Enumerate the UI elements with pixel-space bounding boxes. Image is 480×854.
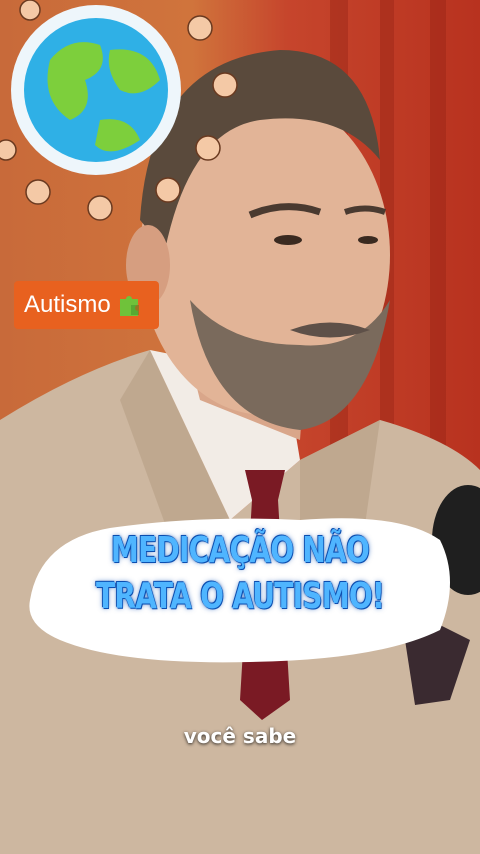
puzzle-icon — [119, 296, 139, 316]
headline-line-2: TRATA O AUTISMO! — [95, 576, 385, 617]
subtitle-caption: você sabe — [183, 724, 297, 748]
headline-text: MEDICAÇÃO NÃO TRATA O AUTISMO! — [84, 528, 396, 620]
badge-label: Autismo — [24, 291, 111, 318]
autismo-badge: Autismo — [14, 281, 159, 329]
headline-line-1: MEDICAÇÃO NÃO — [110, 530, 370, 571]
video-frame: Autismo MEDICAÇÃO NÃO TRATA O AUTISMO! v… — [0, 0, 480, 854]
